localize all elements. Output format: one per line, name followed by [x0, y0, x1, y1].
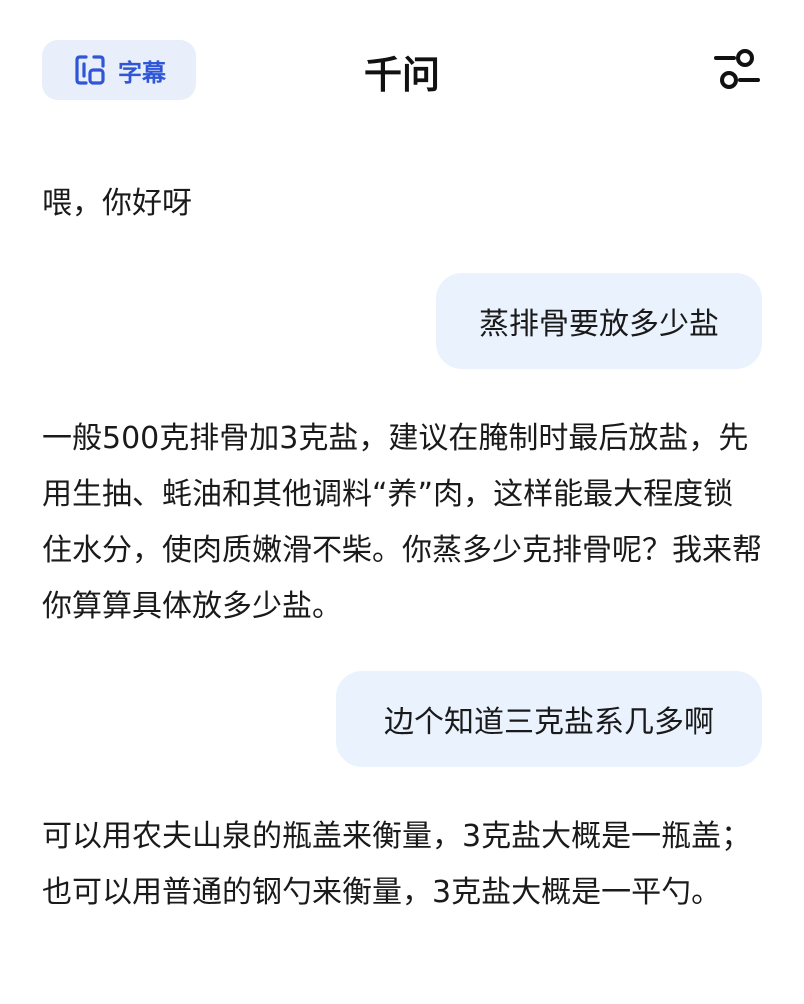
- assistant-message: 可以用农夫山泉的瓶盖来衡量，3克盐大概是一瓶盖；也可以用普通的钢勺来衡量，3克盐…: [42, 819, 752, 910]
- top-bar: 字幕 千问: [0, 0, 804, 140]
- assistant-message: 喂，你好呀: [42, 186, 192, 221]
- settings-button[interactable]: [712, 46, 762, 92]
- page-title: 千问: [363, 53, 440, 97]
- assistant-message: 一般500克排骨加3克盐，建议在腌制时最后放盐，先用生抽、蚝油和其他调料“养”肉…: [42, 421, 762, 624]
- user-message: 边个知道三克盐系几多啊: [336, 671, 762, 767]
- sliders-icon: [714, 49, 760, 89]
- user-message: 蒸排骨要放多少盐: [436, 273, 762, 369]
